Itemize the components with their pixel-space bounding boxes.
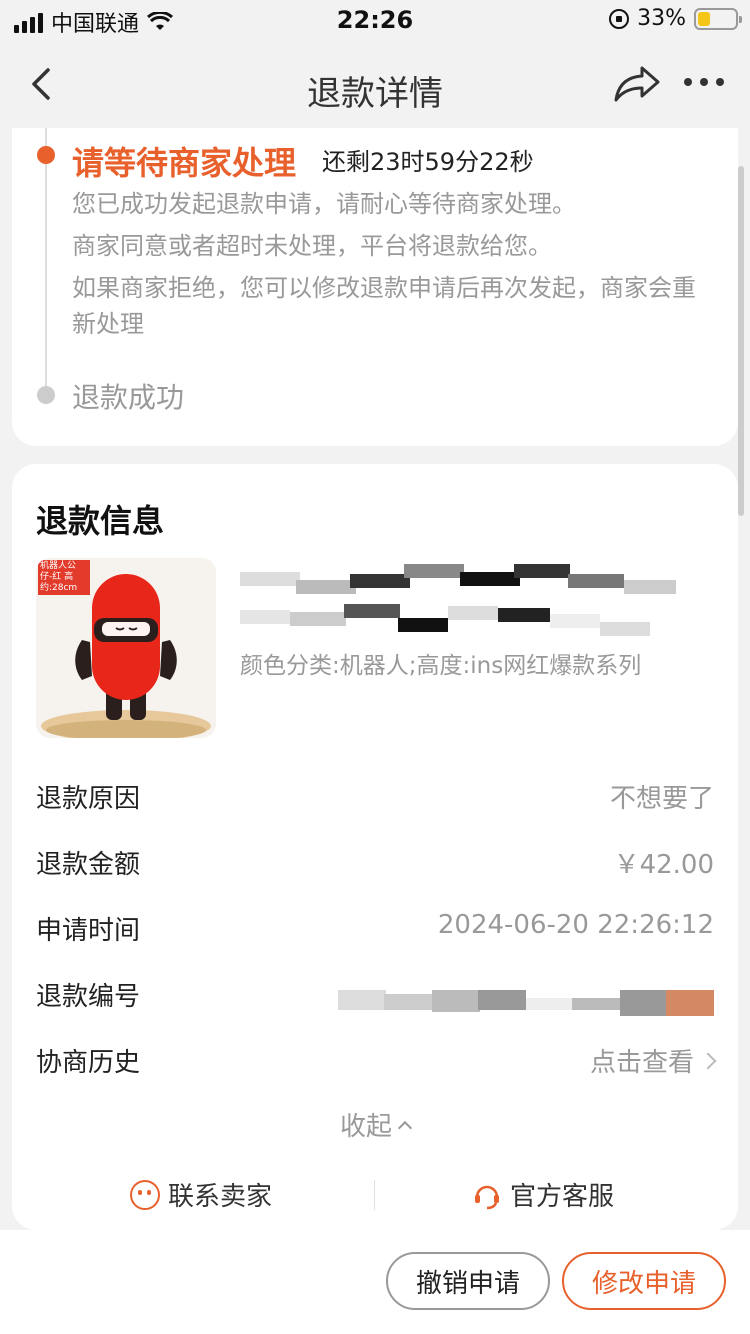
row-negotiation-history[interactable]: 协商历史 点击查看 — [36, 1042, 717, 1082]
view-history-link[interactable]: 点击查看 — [589, 1042, 717, 1079]
refund-info-card: 退款信息 机器人公仔-红 高约:28cm 颜色分类:机器人;高度:ins网红爆款… — [12, 464, 738, 1230]
row-refund-reason: 退款原因 不想要了 — [36, 778, 714, 818]
official-service-label: 官方客服 — [510, 1182, 615, 1212]
row-refund-id: 退款编号 — [36, 976, 714, 1016]
product-image-tag: 机器人公仔-红 高约:28cm — [38, 560, 90, 595]
row-label: 退款原因 — [36, 784, 141, 814]
chevron-right-icon — [699, 1052, 717, 1069]
timeline-dot-current — [37, 146, 55, 164]
row-refund-amount: 退款金额 ￥42.00 — [36, 844, 714, 884]
product-title-redacted-2 — [240, 604, 660, 636]
refund-progress-card: 请等待商家处理 还剩23时59分22秒 您已成功发起退款申请，请耐心等待商家处理… — [12, 128, 738, 446]
row-apply-time: 申请时间 2024-06-20 22:26:12 — [36, 910, 714, 950]
timeline-dot-next — [37, 386, 55, 404]
product-sku: 颜色分类:机器人;高度:ins网红爆款系列 — [240, 653, 642, 679]
refund-id-redacted — [338, 990, 714, 1016]
row-value: ￥42.00 — [613, 850, 714, 880]
share-icon[interactable] — [612, 64, 662, 104]
chevron-up-icon — [397, 1120, 413, 1135]
product-image[interactable]: 机器人公仔-红 高约:28cm — [36, 558, 216, 738]
row-label: 协商历史 — [36, 1048, 141, 1078]
row-label: 申请时间 — [36, 916, 141, 946]
scrollbar[interactable] — [738, 166, 744, 516]
row-value: 2024-06-20 22:26:12 — [437, 910, 714, 940]
divider — [374, 1180, 375, 1210]
step-desc-1: 您已成功发起退款申请，请耐心等待商家处理。 — [72, 190, 576, 218]
contact-seller-button[interactable]: 联系卖家 — [130, 1176, 272, 1213]
rotation-lock-icon — [609, 8, 630, 29]
collapse-label: 收起 — [339, 1112, 392, 1142]
bottom-action-bar: 撤销申请 修改申请 — [0, 1230, 750, 1334]
status-right: 33% — [609, 6, 742, 31]
collapse-button[interactable]: 收起 — [12, 1106, 738, 1143]
section-title: 退款信息 — [36, 502, 165, 540]
battery-fill — [698, 11, 710, 26]
timeline-line — [45, 128, 47, 386]
current-step-title: 请等待商家处理 — [72, 144, 297, 182]
countdown: 还剩23时59分22秒 — [322, 148, 534, 176]
product-title-redacted[interactable] — [240, 564, 680, 594]
nav-bar: 退款详情 — [0, 44, 750, 128]
seller-chat-icon — [130, 1179, 160, 1210]
modify-request-button[interactable]: 修改申请 — [562, 1252, 726, 1310]
next-step-title: 退款成功 — [72, 381, 185, 414]
step-desc-2: 商家同意或者超时未处理，平台将退款给您。 — [72, 232, 552, 260]
headset-icon — [475, 1185, 499, 1209]
more-icon[interactable] — [684, 78, 724, 86]
step-desc-3: 如果商家拒绝，您可以修改退款申请后再次发起，商家会重新处理 — [72, 274, 696, 338]
view-history-text: 点击查看 — [589, 1048, 694, 1078]
status-bar: 中国联通 22:26 33% — [0, 0, 750, 44]
contact-row: 联系卖家 官方客服 — [12, 1176, 738, 1216]
cancel-request-button[interactable]: 撤销申请 — [386, 1252, 550, 1310]
official-service-button[interactable]: 官方客服 — [472, 1176, 614, 1213]
row-label: 退款金额 — [36, 850, 141, 880]
battery-icon — [694, 7, 742, 30]
row-label: 退款编号 — [36, 982, 141, 1012]
battery-percent: 33% — [637, 6, 686, 31]
row-value: 不想要了 — [609, 784, 714, 814]
contact-seller-label: 联系卖家 — [168, 1182, 273, 1212]
